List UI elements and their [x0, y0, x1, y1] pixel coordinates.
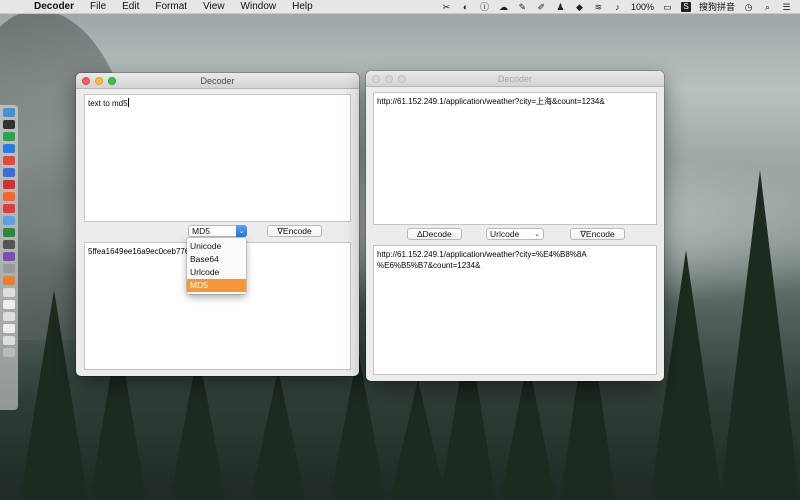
window-title: Decoder: [497, 73, 533, 84]
decode-button[interactable]: ∆Decode: [407, 228, 462, 240]
algorithm-select[interactable]: MD5 ⌄: [188, 225, 247, 237]
window-controls: [366, 74, 406, 83]
trash-icon[interactable]: [3, 348, 15, 357]
chevron-down-icon[interactable]: ⌄: [534, 229, 540, 240]
app-lightblue-icon[interactable]: [3, 216, 15, 225]
menu-edit[interactable]: Edit: [114, 0, 147, 14]
encode-button[interactable]: ∇Encode: [570, 228, 625, 240]
app-blue-icon[interactable]: [3, 168, 15, 177]
input-method-icon[interactable]: S: [680, 1, 691, 12]
qq-penguin-icon[interactable]: ♟: [555, 2, 566, 12]
app-dark-red-icon[interactable]: [3, 180, 15, 189]
input-text: http://61.152.249.1/application/weather?…: [377, 97, 605, 106]
clock-icon[interactable]: ◷: [743, 2, 754, 12]
output-text: http://61.152.249.1/application/weather?…: [377, 250, 587, 270]
window-title: Decoder: [200, 75, 235, 86]
volume-icon[interactable]: ♪: [612, 2, 623, 12]
text-caret: [127, 98, 129, 107]
wallpaper-tree: [390, 380, 446, 500]
document-icon[interactable]: [3, 300, 15, 309]
decoder-window-left: Decoder text to md5 MD5 ⌄ ∇Encode 5ffea1…: [76, 73, 359, 376]
menu-bar: Decoder File Edit Format View Window Hel…: [0, 0, 800, 14]
menu-format[interactable]: Format: [147, 0, 195, 14]
dock: [0, 105, 18, 410]
dropdown-option-base64[interactable]: Base64: [187, 253, 246, 266]
app-dark-green-icon[interactable]: [3, 228, 15, 237]
output-text: 5ffea1649ee16a9ec0ceb7768: [88, 247, 194, 256]
menu-view[interactable]: View: [195, 0, 233, 14]
app-orange2-icon[interactable]: [3, 276, 15, 285]
tools-icon[interactable]: ✂: [441, 2, 452, 12]
menu-help[interactable]: Help: [284, 0, 321, 14]
evernote-icon[interactable]: ✎: [517, 2, 528, 12]
encode-button[interactable]: ∇Encode: [267, 225, 322, 237]
battery-percent: 100%: [630, 1, 654, 12]
input-textarea[interactable]: http://61.152.249.1/application/weather?…: [373, 92, 657, 225]
document-icon[interactable]: [3, 324, 15, 333]
algorithm-select[interactable]: Urlcode ⌄: [486, 228, 544, 240]
window-titlebar[interactable]: Decoder: [366, 71, 664, 87]
wallpaper-tree: [250, 370, 306, 500]
app-green-icon[interactable]: [3, 132, 15, 141]
chevron-down-icon[interactable]: ⌄: [236, 225, 247, 237]
window-controls: [76, 76, 116, 85]
zoom-icon[interactable]: [108, 76, 116, 85]
notification-center-icon[interactable]: ☰: [781, 2, 792, 12]
battery-icon[interactable]: ▭: [662, 2, 673, 12]
document-icon[interactable]: [3, 336, 15, 345]
dropdown-option-urlcode[interactable]: Urlcode: [187, 266, 246, 279]
finder-icon[interactable]: [3, 108, 15, 117]
input-method-label[interactable]: 搜狗拼音: [699, 0, 735, 13]
minimize-icon[interactable]: [385, 74, 393, 83]
app-silver-icon[interactable]: [3, 264, 15, 273]
sync-icon[interactable]: ◐: [460, 2, 471, 12]
zoom-icon[interactable]: [398, 74, 406, 83]
spotlight-search-icon[interactable]: ⌕: [762, 2, 773, 12]
app-orange-icon[interactable]: [3, 192, 15, 201]
close-icon[interactable]: [372, 74, 380, 83]
info-icon[interactable]: ⓘ: [479, 2, 490, 12]
terminal-icon[interactable]: [3, 120, 15, 129]
minimize-icon[interactable]: [95, 76, 103, 85]
menu-file[interactable]: File: [82, 0, 114, 14]
app-red2-icon[interactable]: [3, 204, 15, 213]
close-icon[interactable]: [82, 76, 90, 85]
wifi-icon[interactable]: ≋: [593, 2, 604, 12]
menu-window[interactable]: Window: [233, 0, 285, 14]
app-red-icon[interactable]: [3, 156, 15, 165]
safari-icon[interactable]: [3, 144, 15, 153]
document-icon[interactable]: [3, 312, 15, 321]
output-textarea[interactable]: http://61.152.249.1/application/weather?…: [373, 245, 657, 375]
window-titlebar[interactable]: Decoder: [76, 73, 359, 89]
dropdown-option-md5[interactable]: MD5: [187, 279, 246, 292]
app-menu[interactable]: Decoder: [26, 0, 82, 14]
wallpaper-tree: [500, 360, 556, 500]
status-tray: ✂ ◐ ⓘ ☁ ✎ ✐ ♟ ◆ ≋ ♪ 100% ▭ S 搜狗拼音 ◷ ⌕ ☰: [441, 0, 800, 13]
app-gray-icon[interactable]: [3, 240, 15, 249]
dropdown-option-unicode[interactable]: Unicode: [187, 240, 246, 253]
algorithm-dropdown-menu: Unicode Base64 Urlcode MD5: [187, 238, 246, 294]
algorithm-select-value: MD5: [192, 226, 210, 236]
document-icon[interactable]: [3, 288, 15, 297]
algorithm-select-value: Urlcode: [490, 229, 520, 239]
dropbox-icon[interactable]: ◆: [574, 2, 585, 12]
input-textarea[interactable]: text to md5: [84, 94, 351, 222]
decoder-window-right: Decoder http://61.152.249.1/application/…: [366, 71, 664, 381]
app-purple-icon[interactable]: [3, 252, 15, 261]
cloud-icon[interactable]: ☁: [498, 2, 509, 12]
pencil-icon[interactable]: ✐: [536, 2, 547, 12]
wallpaper-tree: [720, 170, 800, 500]
input-text: text to md5: [88, 99, 128, 108]
